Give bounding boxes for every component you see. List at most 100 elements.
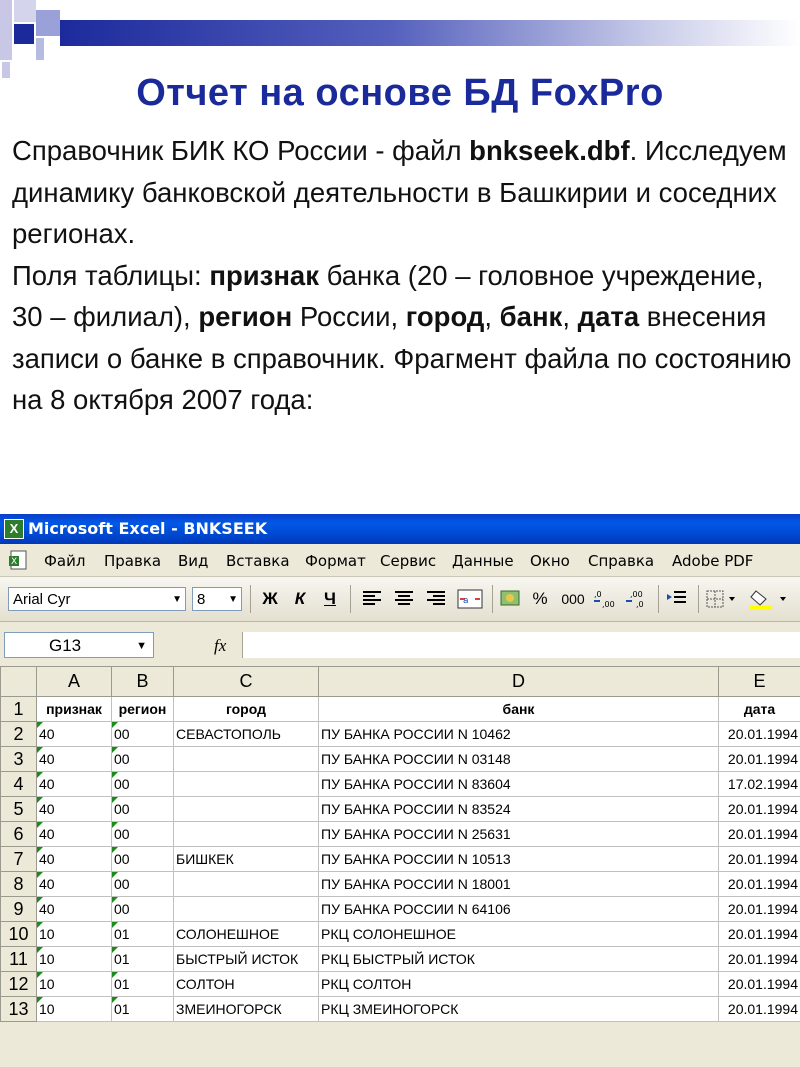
chevron-down-icon[interactable]: ▼ — [136, 633, 147, 659]
cell-city[interactable] — [173, 746, 319, 772]
header-cell[interactable]: банк — [318, 696, 719, 722]
row-header[interactable]: 4 — [0, 771, 37, 797]
cell-city[interactable] — [173, 871, 319, 897]
cell-region[interactable]: 00 — [111, 771, 174, 797]
row-header[interactable]: 12 — [0, 971, 37, 997]
cell-bank[interactable]: РКЦ ЗМЕИНОГОРСК — [318, 996, 719, 1022]
header-cell[interactable]: признак — [36, 696, 112, 722]
cell-city[interactable]: БЫСТРЫЙ ИСТОК — [173, 946, 319, 972]
italic-button[interactable]: К — [288, 587, 312, 611]
row-header[interactable]: 10 — [0, 921, 37, 947]
thousands-button[interactable]: 000 — [558, 587, 588, 611]
cell-priznak[interactable]: 10 — [36, 946, 112, 972]
cell-region[interactable]: 01 — [111, 946, 174, 972]
cell-date[interactable]: 20.01.1994 — [718, 821, 800, 847]
column-header[interactable]: D — [318, 666, 719, 697]
menu-item[interactable]: Данные — [452, 552, 514, 570]
cell-date[interactable]: 20.01.1994 — [718, 921, 800, 947]
cell-region[interactable]: 00 — [111, 896, 174, 922]
row-header[interactable]: 6 — [0, 821, 37, 847]
cell-priznak[interactable]: 40 — [36, 821, 112, 847]
cell-priznak[interactable]: 40 — [36, 846, 112, 872]
row-header[interactable]: 2 — [0, 721, 37, 747]
cell-bank[interactable]: РКЦ БЫСТРЫЙ ИСТОК — [318, 946, 719, 972]
row-header[interactable]: 1 — [0, 696, 37, 722]
cell-date[interactable]: 17.02.1994 — [718, 771, 800, 797]
cell-city[interactable]: СОЛТОН — [173, 971, 319, 997]
menu-item[interactable]: Файл — [44, 552, 85, 570]
cell-region[interactable]: 01 — [111, 971, 174, 997]
cell-city[interactable] — [173, 796, 319, 822]
cell-priznak[interactable]: 40 — [36, 896, 112, 922]
cell-priznak[interactable]: 40 — [36, 796, 112, 822]
cell-date[interactable]: 20.01.1994 — [718, 946, 800, 972]
cell-priznak[interactable]: 10 — [36, 996, 112, 1022]
fill-color-icon[interactable] — [748, 587, 792, 611]
cell-region[interactable]: 01 — [111, 996, 174, 1022]
cell-city[interactable] — [173, 896, 319, 922]
font-size-select[interactable]: 8 ▼ — [192, 587, 242, 611]
cell-date[interactable]: 20.01.1994 — [718, 746, 800, 772]
cell-city[interactable]: ЗМЕИНОГОРСК — [173, 996, 319, 1022]
cell-city[interactable] — [173, 821, 319, 847]
header-cell[interactable]: дата — [718, 696, 800, 722]
column-header[interactable]: A — [36, 666, 112, 697]
cell-bank[interactable]: ПУ БАНКА РОССИИ N 64106 — [318, 896, 719, 922]
row-header[interactable]: 5 — [0, 796, 37, 822]
cell-priznak[interactable]: 40 — [36, 746, 112, 772]
cell-date[interactable]: 20.01.1994 — [718, 896, 800, 922]
cell-region[interactable]: 00 — [111, 796, 174, 822]
menu-item[interactable]: Формат — [305, 552, 366, 570]
cell-priznak[interactable]: 40 — [36, 871, 112, 897]
row-header[interactable]: 7 — [0, 846, 37, 872]
cell-bank[interactable]: ПУ БАНКА РОССИИ N 83604 — [318, 771, 719, 797]
align-center-icon[interactable] — [392, 587, 416, 611]
menu-item[interactable]: Вставка — [226, 552, 290, 570]
row-header[interactable]: 11 — [0, 946, 37, 972]
cell-date[interactable]: 20.01.1994 — [718, 721, 800, 747]
currency-icon[interactable] — [498, 587, 524, 611]
column-header[interactable]: C — [173, 666, 319, 697]
workbook-icon[interactable]: X — [8, 549, 30, 571]
cell-city[interactable]: БИШКЕК — [173, 846, 319, 872]
cell-city[interactable] — [173, 771, 319, 797]
cell-region[interactable]: 00 — [111, 746, 174, 772]
column-header[interactable]: B — [111, 666, 174, 697]
cell-priznak[interactable]: 10 — [36, 921, 112, 947]
header-cell[interactable]: регион — [111, 696, 174, 722]
cell-region[interactable]: 01 — [111, 921, 174, 947]
cell-region[interactable]: 00 — [111, 871, 174, 897]
increase-decimal-icon[interactable]: ,0,00 — [592, 587, 620, 611]
menu-item[interactable]: Окно — [530, 552, 570, 570]
cell-priznak[interactable]: 10 — [36, 971, 112, 997]
align-left-icon[interactable] — [360, 587, 384, 611]
decrease-decimal-icon[interactable]: ,00,0 — [624, 587, 652, 611]
cell-bank[interactable]: РКЦ СОЛТОН — [318, 971, 719, 997]
cell-region[interactable]: 00 — [111, 846, 174, 872]
cell-city[interactable]: СОЛОНЕШНОЕ — [173, 921, 319, 947]
window-titlebar[interactable]: X Microsoft Excel - BNKSEEK — [0, 514, 800, 544]
menu-item[interactable]: Справка — [588, 552, 654, 570]
cell-bank[interactable]: ПУ БАНКА РОССИИ N 10462 — [318, 721, 719, 747]
cell-date[interactable]: 20.01.1994 — [718, 996, 800, 1022]
row-header[interactable]: 3 — [0, 746, 37, 772]
menu-item[interactable]: Adobe PDF — [672, 552, 753, 570]
font-name-select[interactable]: Arial Cyr ▼ — [8, 587, 186, 611]
header-cell[interactable]: город — [173, 696, 319, 722]
cell-city[interactable]: СЕВАСТОПОЛЬ — [173, 721, 319, 747]
row-header[interactable]: 8 — [0, 871, 37, 897]
cell-region[interactable]: 00 — [111, 821, 174, 847]
cell-bank[interactable]: ПУ БАНКА РОССИИ N 25631 — [318, 821, 719, 847]
cell-bank[interactable]: ПУ БАНКА РОССИИ N 03148 — [318, 746, 719, 772]
row-header[interactable]: 9 — [0, 896, 37, 922]
cell-priznak[interactable]: 40 — [36, 721, 112, 747]
cell-region[interactable]: 00 — [111, 721, 174, 747]
borders-icon[interactable] — [704, 587, 740, 611]
select-all-corner[interactable] — [0, 666, 37, 697]
cell-date[interactable]: 20.01.1994 — [718, 971, 800, 997]
cell-bank[interactable]: ПУ БАНКА РОССИИ N 18001 — [318, 871, 719, 897]
cell-date[interactable]: 20.01.1994 — [718, 796, 800, 822]
name-box[interactable]: G13 ▼ — [4, 632, 154, 658]
formula-input[interactable] — [242, 632, 800, 658]
chevron-down-icon[interactable]: ▼ — [172, 588, 182, 612]
